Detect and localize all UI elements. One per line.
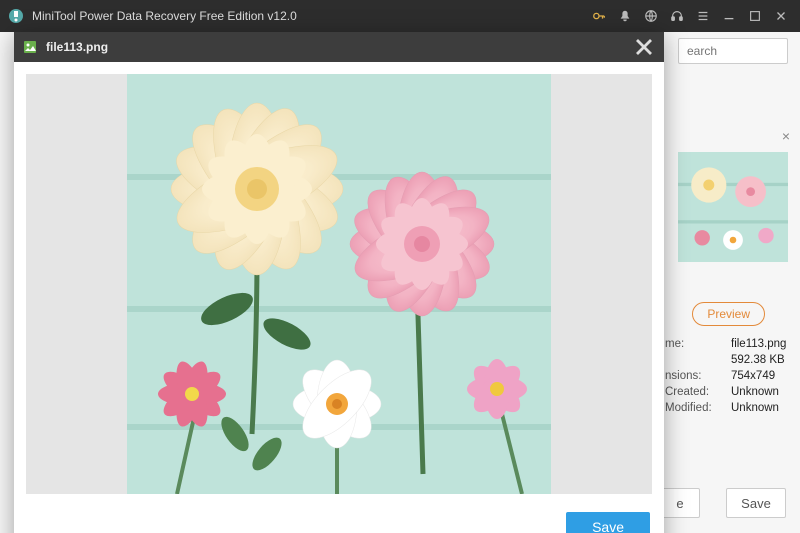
globe-icon[interactable]	[638, 0, 664, 32]
app-titlebar: MiniTool Power Data Recovery Free Editio…	[0, 0, 800, 32]
minimize-icon[interactable]	[716, 0, 742, 32]
info-created-val: Unknown	[731, 386, 779, 398]
preview-thumbnail[interactable]	[678, 152, 788, 262]
bell-icon[interactable]	[612, 0, 638, 32]
image-frame	[26, 74, 652, 494]
app-title: MiniTool Power Data Recovery Free Editio…	[32, 9, 297, 23]
app-body: × Preview me: file113.png 592.38 KB nsion…	[0, 32, 800, 533]
bg-extra-button[interactable]: e	[660, 488, 700, 518]
preview-button[interactable]: Preview	[692, 302, 765, 326]
menu-icon[interactable]	[690, 0, 716, 32]
info-modified-val: Unknown	[731, 402, 779, 414]
file-info: me:file113.png 592.38 KB nsions:754x749 …	[665, 334, 788, 418]
modal-close-icon[interactable]	[630, 32, 658, 62]
preview-modal: file113.png	[14, 32, 664, 533]
maximize-icon[interactable]	[742, 0, 768, 32]
info-dims-val: 754x749	[731, 370, 775, 382]
info-name-val: file113.png	[731, 338, 786, 350]
modal-footer: Save	[14, 506, 664, 533]
bg-save-button[interactable]: Save	[726, 488, 786, 518]
save-button[interactable]: Save	[566, 512, 650, 533]
info-size-val: 592.38 KB	[731, 354, 785, 366]
info-modified-key: Modified:	[665, 402, 725, 414]
close-icon[interactable]	[768, 0, 794, 32]
info-size-key	[665, 354, 725, 366]
info-name-key: me:	[665, 338, 725, 350]
key-icon[interactable]	[586, 0, 612, 32]
modal-titlebar[interactable]: file113.png	[14, 32, 664, 62]
headset-icon[interactable]	[664, 0, 690, 32]
modal-body	[14, 62, 664, 506]
info-dims-key: nsions:	[665, 370, 725, 382]
modal-file-icon	[22, 39, 38, 55]
info-created-key: Created:	[665, 386, 725, 398]
panel-close-icon[interactable]: ×	[782, 128, 790, 144]
preview-image	[127, 74, 551, 494]
app-logo-icon	[8, 8, 24, 24]
modal-title: file113.png	[46, 40, 108, 54]
search-input[interactable]	[678, 38, 788, 64]
